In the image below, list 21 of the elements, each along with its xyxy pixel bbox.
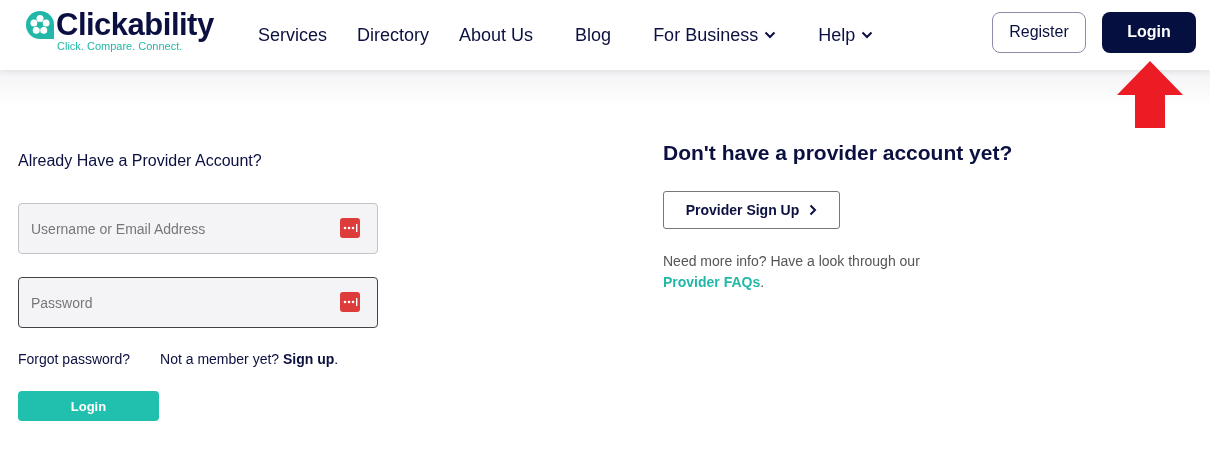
arrow-annotation [1117,61,1183,128]
nav-link[interactable]: Blog [575,24,612,46]
section-title: Already Have a Provider Account? [18,152,263,170]
register-button[interactable]: Register [992,11,1086,53]
provider-sign-up-button[interactable]: Provider Sign Up [663,191,840,229]
member-prompt: Not a member yet? [160,351,280,367]
logo-icon [26,10,54,39]
nav-link[interactable]: Directory [357,24,430,46]
login-button[interactable]: Login [1102,11,1196,53]
section-title: Don't have a provider account yet? [663,141,1014,165]
chevron-right-icon [809,204,818,216]
nav-link[interactable]: Help [818,24,874,46]
nav-link[interactable]: For Business [653,24,777,46]
password-manager-icon[interactable] [340,218,360,238]
forgot-password-link[interactable]: Forgot password? [18,351,131,367]
info-text: Need more info? Have a look through our Provider FAQs. [663,252,921,292]
input-field[interactable]: Password [18,277,378,328]
nav-link[interactable]: Services [258,24,328,46]
nav-link[interactable]: About Us [459,24,534,46]
password-manager-icon[interactable] [340,292,360,312]
period-text: . [334,351,339,367]
